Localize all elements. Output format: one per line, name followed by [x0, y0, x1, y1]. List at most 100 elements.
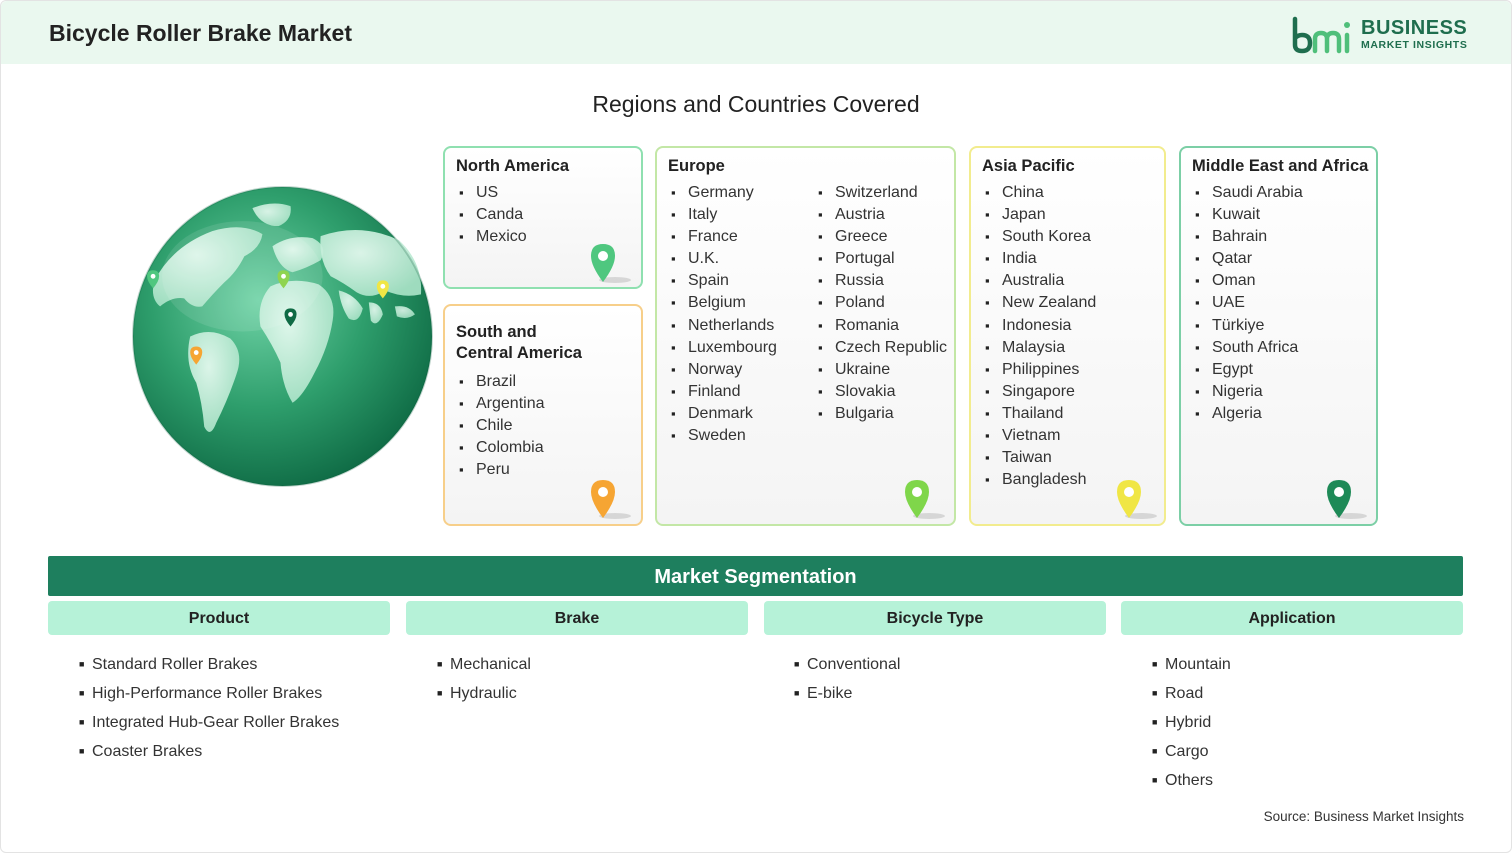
country-list: US Canda Mexico	[459, 182, 527, 248]
country-item: US	[459, 182, 527, 204]
segment-item: Cargo	[1152, 737, 1231, 766]
country-list: Brazil Argentina Chile Colombia Peru	[459, 371, 545, 481]
country-item: Switzerland	[818, 182, 947, 204]
country-list-col1: Germany Italy France U.K. Spain Belgium …	[671, 182, 777, 447]
country-item: Colombia	[459, 437, 545, 459]
globe-illustration	[132, 186, 433, 487]
region-title-line1: South and	[456, 323, 537, 341]
country-item: Algeria	[1195, 403, 1303, 425]
country-item: Bulgaria	[818, 403, 947, 425]
country-item: Russia	[818, 270, 947, 292]
country-item: Brazil	[459, 371, 545, 393]
region-title: North America	[456, 157, 570, 175]
segment-item: E-bike	[794, 679, 900, 708]
country-list: Saudi Arabia Kuwait Bahrain Qatar Oman U…	[1195, 182, 1303, 425]
country-item: Türkiye	[1195, 315, 1303, 337]
country-item: Indonesia	[985, 315, 1096, 337]
country-item: Ukraine	[818, 359, 947, 381]
segment-item: Standard Roller Brakes	[79, 650, 339, 679]
country-item: Kuwait	[1195, 204, 1303, 226]
country-item: U.K.	[671, 248, 777, 270]
region-card-south-central-america: South and Central America Brazil Argenti…	[443, 304, 643, 526]
segment-list-brake: Mechanical Hydraulic	[437, 650, 531, 708]
country-item: Chile	[459, 415, 545, 437]
country-item: France	[671, 226, 777, 248]
segment-list-product: Standard Roller Brakes High-Performance …	[79, 650, 339, 766]
segment-item: Mountain	[1152, 650, 1231, 679]
country-list: China Japan South Korea India Australia …	[985, 182, 1096, 491]
country-item: Netherlands	[671, 315, 777, 337]
country-item: Italy	[671, 204, 777, 226]
region-title: Asia Pacific	[982, 157, 1075, 175]
region-card-europe: Europe Germany Italy France U.K. Spain B…	[655, 146, 956, 526]
source-note: Source: Business Market Insights	[1263, 809, 1464, 824]
country-item: Philippines	[985, 359, 1096, 381]
map-pin-icon	[591, 480, 631, 519]
map-pin-icon	[1327, 480, 1367, 519]
segment-header-brake: Brake	[406, 601, 748, 635]
country-item: Bahrain	[1195, 226, 1303, 248]
map-pin-icon	[591, 244, 631, 283]
region-title-line2: Central America	[456, 344, 582, 362]
segment-item: High-Performance Roller Brakes	[79, 679, 339, 708]
country-item: Malaysia	[985, 337, 1096, 359]
country-item: Thailand	[985, 403, 1096, 425]
country-item: Greece	[818, 226, 947, 248]
map-pin-icon	[1117, 480, 1157, 519]
region-card-asia-pacific: Asia Pacific China Japan South Korea Ind…	[969, 146, 1166, 526]
logo-wordmark: BUSINESS	[1361, 17, 1468, 39]
segment-item: Integrated Hub-Gear Roller Brakes	[79, 708, 339, 737]
country-item: Mexico	[459, 226, 527, 248]
country-item: Vietnam	[985, 425, 1096, 447]
country-item: Egypt	[1195, 359, 1303, 381]
country-item: Bangladesh	[985, 469, 1096, 491]
country-item: Peru	[459, 459, 545, 481]
country-item: UAE	[1195, 292, 1303, 314]
country-item: Australia	[985, 270, 1096, 292]
segment-header-application: Application	[1121, 601, 1463, 635]
country-item: India	[985, 248, 1096, 270]
country-list-col2: Switzerland Austria Greece Portugal Russ…	[818, 182, 947, 425]
bmi-logo-icon	[1292, 16, 1350, 54]
country-item: South Africa	[1195, 337, 1303, 359]
segment-header-product: Product	[48, 601, 390, 635]
country-item: Singapore	[985, 381, 1096, 403]
country-item: Germany	[671, 182, 777, 204]
country-item: Belgium	[671, 292, 777, 314]
country-item: Romania	[818, 315, 947, 337]
segmentation-title-bar: Market Segmentation	[48, 556, 1463, 596]
segment-item: Road	[1152, 679, 1231, 708]
segment-item: Hydraulic	[437, 679, 531, 708]
country-item: Austria	[818, 204, 947, 226]
country-item: Poland	[818, 292, 947, 314]
country-item: Taiwan	[985, 447, 1096, 469]
map-pin-icon	[905, 480, 945, 519]
segment-list-application: Mountain Road Hybrid Cargo Others	[1152, 650, 1231, 795]
country-item: Finland	[671, 381, 777, 403]
country-item: Luxembourg	[671, 337, 777, 359]
country-item: South Korea	[985, 226, 1096, 248]
country-item: Portugal	[818, 248, 947, 270]
region-title: Middle East and Africa	[1192, 157, 1369, 175]
country-item: Oman	[1195, 270, 1303, 292]
country-item: Slovakia	[818, 381, 947, 403]
segment-list-bicycle-type: Conventional E-bike	[794, 650, 900, 708]
country-item: Denmark	[671, 403, 777, 425]
country-item: Spain	[671, 270, 777, 292]
country-item: Canda	[459, 204, 527, 226]
segment-item: Mechanical	[437, 650, 531, 679]
region-title: Europe	[668, 157, 725, 175]
country-item: Japan	[985, 204, 1096, 226]
region-card-middle-east-africa: Middle East and Africa Saudi Arabia Kuwa…	[1179, 146, 1378, 526]
segment-item: Hybrid	[1152, 708, 1231, 737]
country-item: Czech Republic	[818, 337, 947, 359]
country-item: Sweden	[671, 425, 777, 447]
regions-title: Regions and Countries Covered	[592, 91, 920, 117]
header-bar: Bicycle Roller Brake Market BUSINESS MAR…	[1, 1, 1511, 64]
logo-subtitle: MARKET INSIGHTS	[1361, 39, 1468, 51]
country-item: Argentina	[459, 393, 545, 415]
country-item: Norway	[671, 359, 777, 381]
brand-logo: BUSINESS MARKET INSIGHTS	[1291, 15, 1471, 55]
region-title: South and Central America	[456, 322, 582, 364]
country-item: New Zealand	[985, 292, 1096, 314]
